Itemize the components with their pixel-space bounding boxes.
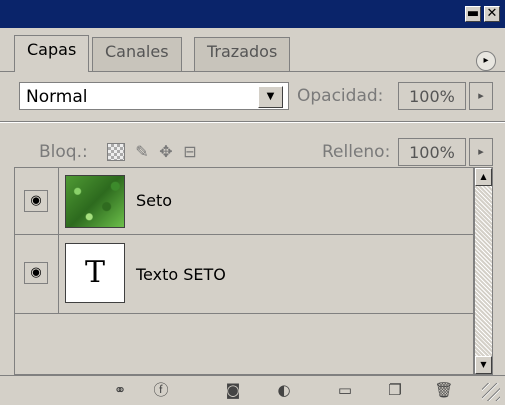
tab-bar: Capas Canales Trazados ▸ bbox=[0, 28, 505, 72]
visibility-cell: ◉ bbox=[15, 235, 59, 313]
tab-canales[interactable]: Canales bbox=[92, 37, 182, 71]
layers-scrollbar[interactable]: ▲ ▼ bbox=[474, 167, 493, 375]
lock-label: Bloq.: bbox=[39, 142, 88, 162]
fill-field[interactable]: 100% bbox=[398, 138, 466, 166]
tab-trazados[interactable]: Trazados bbox=[194, 37, 291, 71]
layer-row[interactable]: ◉ T Texto SETO bbox=[15, 235, 473, 314]
panel-titlebar: ▬ ✕ bbox=[0, 0, 505, 28]
text-layer-thumbnail: T bbox=[65, 243, 125, 303]
layer-name: Seto bbox=[136, 191, 173, 210]
lock-transparent-icon[interactable] bbox=[107, 143, 125, 161]
link-icon[interactable]: ⚭ bbox=[107, 380, 133, 400]
trash-icon[interactable]: 🗑 bbox=[431, 380, 457, 400]
layer-thumbnail bbox=[65, 175, 125, 228]
opacity-arrow-button[interactable]: ▸ bbox=[469, 82, 493, 110]
new-layer-icon[interactable]: ❐ bbox=[382, 380, 408, 400]
layers-list: ◉ Seto ◉ T Texto SETO bbox=[14, 167, 474, 375]
mask-icon[interactable]: ◙ bbox=[220, 380, 246, 400]
brush-icon[interactable]: ✎ bbox=[133, 143, 151, 161]
adjustment-icon[interactable]: ◐ bbox=[271, 380, 297, 400]
layer-row[interactable]: ◉ Seto bbox=[15, 168, 473, 235]
fill-label: Relleno: bbox=[322, 142, 391, 162]
layers-bottom-toolbar: ⚭ ⓕ ◙ ◐ ▭ ❐ 🗑 bbox=[0, 375, 505, 405]
resize-grip[interactable] bbox=[482, 383, 500, 401]
visibility-cell: ◉ bbox=[15, 168, 59, 234]
scroll-down-button[interactable]: ▼ bbox=[475, 356, 492, 374]
move-icon[interactable]: ✥ bbox=[157, 143, 175, 161]
scroll-up-button[interactable]: ▲ bbox=[475, 168, 492, 186]
fill-arrow-button[interactable]: ▸ bbox=[469, 138, 493, 166]
eye-icon[interactable]: ◉ bbox=[24, 262, 48, 284]
minimize-button[interactable]: ▬ bbox=[465, 6, 481, 22]
close-button[interactable]: ✕ bbox=[484, 6, 500, 22]
opacity-field[interactable]: 100% bbox=[398, 82, 466, 110]
layer-name: Texto SETO bbox=[136, 265, 226, 284]
padlock-icon[interactable]: ⊟ bbox=[181, 143, 199, 161]
fx-icon[interactable]: ⓕ bbox=[148, 380, 174, 400]
divider-highlight bbox=[0, 122, 505, 123]
blend-mode-dropdown-arrow[interactable]: ▼ bbox=[258, 86, 283, 108]
tab-capas[interactable]: Capas bbox=[14, 35, 90, 72]
opacity-label: Opacidad: bbox=[297, 86, 384, 106]
blend-mode-select[interactable]: Normal bbox=[19, 82, 289, 110]
panel-menu-button[interactable]: ▸ bbox=[476, 51, 496, 71]
eye-icon[interactable]: ◉ bbox=[24, 190, 48, 212]
folder-icon[interactable]: ▭ bbox=[332, 380, 358, 400]
